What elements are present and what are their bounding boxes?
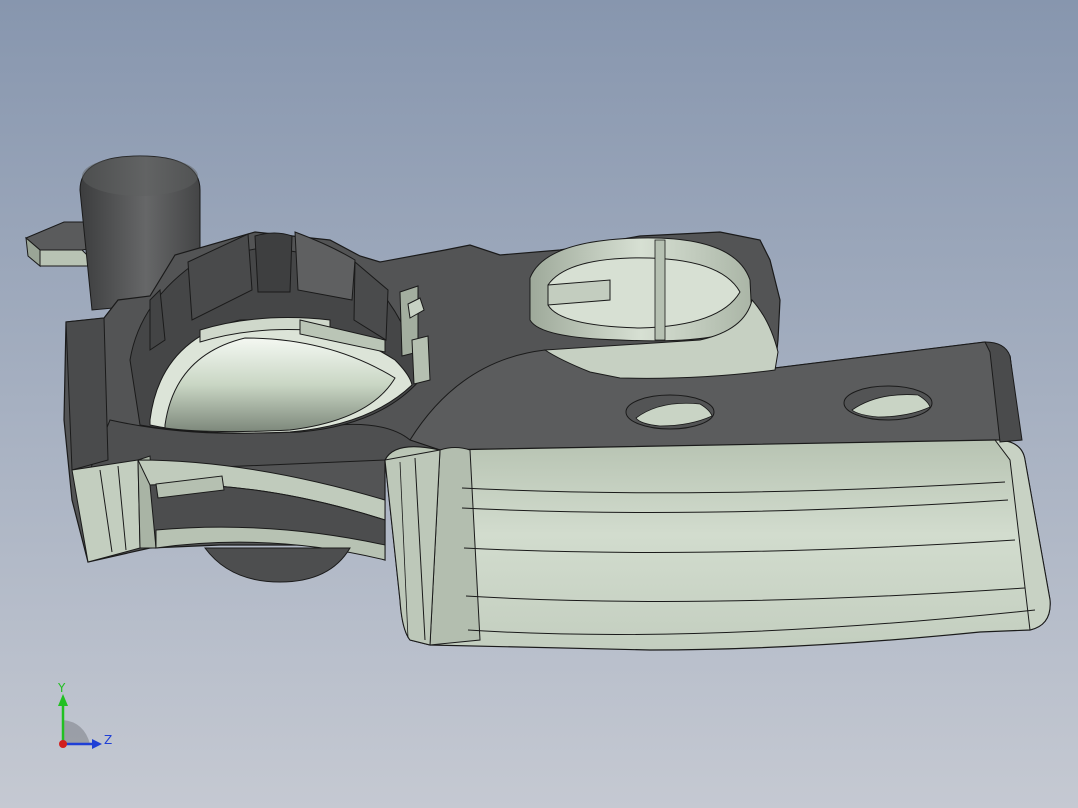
x-axis-dot	[59, 740, 67, 748]
lever-hole-1	[625, 394, 715, 430]
lever-hole-2	[843, 385, 933, 421]
cad-3d-viewport[interactable]: Y Z	[0, 0, 1078, 808]
z-axis-label: Z	[104, 733, 112, 747]
y-arrow-icon	[58, 694, 68, 706]
ball-bottom	[204, 547, 351, 583]
coordinate-triad: Y Z	[57, 682, 112, 749]
3d-model[interactable]	[0, 0, 1078, 808]
y-axis-label: Y	[57, 682, 66, 695]
triad-plane	[63, 720, 90, 744]
z-arrow-icon	[92, 739, 102, 749]
lever-front-face	[384, 439, 1051, 651]
